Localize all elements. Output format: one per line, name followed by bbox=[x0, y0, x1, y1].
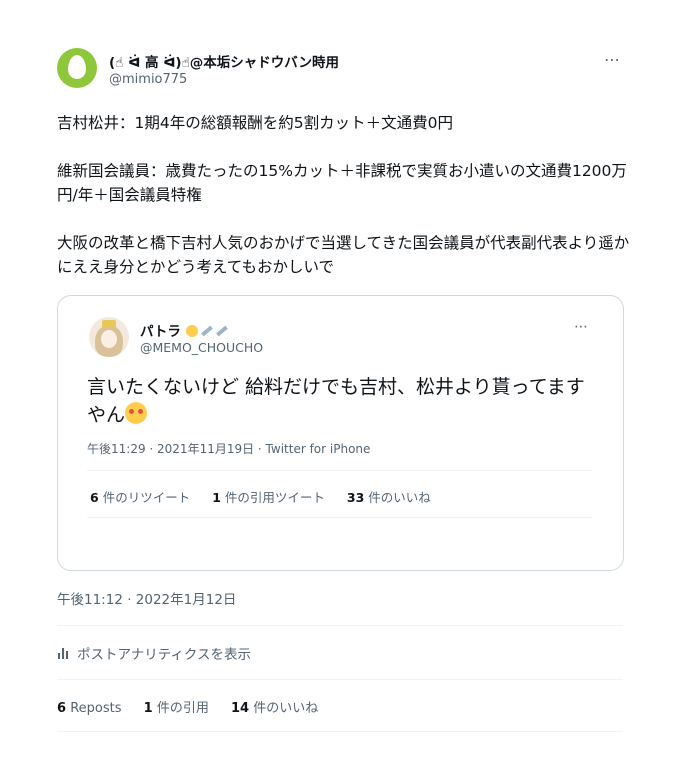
quoted-author-name-row[interactable]: パトラ bbox=[140, 320, 228, 340]
quoted-quotes-stat[interactable]: 1 件の引用ツイート bbox=[212, 490, 325, 505]
divider-1 bbox=[57, 625, 623, 626]
analytics-label: ポストアナリティクスを表示 bbox=[77, 647, 252, 663]
starstruck-emoji-icon bbox=[125, 402, 148, 424]
quoted-tweet-text-block: 言いたくないけど 給料だけでも吉村、松井より貰ってますやん bbox=[87, 373, 599, 429]
quoted-stats-row: 6 件のリツイート 1 件の引用ツイート 33 件のいいね bbox=[90, 487, 449, 506]
quoted-author-name: パトラ bbox=[140, 324, 181, 340]
mask-face-emoji-icon bbox=[185, 325, 198, 337]
egg-avatar-icon bbox=[68, 55, 86, 79]
divider-2 bbox=[57, 679, 623, 680]
quoted-more-options-icon[interactable]: ⋯ bbox=[574, 319, 589, 335]
quoted-tweet-text: 言いたくないけど 給料だけでも吉村、松井より貰ってますやん bbox=[87, 376, 585, 426]
reposts-stat[interactable]: 6 Reposts bbox=[57, 701, 121, 716]
quoted-divider-bottom bbox=[87, 517, 592, 518]
tweet-stats-row: 6 Reposts 1 件の引用 14 件のいいね bbox=[57, 697, 336, 716]
post-analytics-link[interactable]: ポストアナリティクスを表示 bbox=[57, 643, 251, 663]
syringe-emoji-icon bbox=[200, 325, 213, 337]
quoted-divider-top bbox=[87, 470, 592, 471]
divider-3 bbox=[57, 731, 623, 732]
tweet-timestamp[interactable]: 午後11:12 · 2022年1月12日 bbox=[57, 588, 236, 608]
tweet-text: 吉村松井：1期4年の総額報酬を約5割カット＋文通費0円 維新国会議員：歳費たった… bbox=[57, 114, 630, 276]
quoted-author-handle[interactable]: @MEMO_CHOUCHO bbox=[140, 340, 263, 355]
analytics-bar-chart-icon bbox=[58, 648, 68, 659]
author-display-name[interactable]: (☝ ᐛ 高 ᐛ)☝@本垢シャドウバン時用 bbox=[109, 51, 339, 71]
author-avatar[interactable] bbox=[57, 48, 97, 88]
quoted-tweet-meta[interactable]: 午後11:29 · 2021年11月19日 · Twitter for iPho… bbox=[87, 440, 370, 457]
author-handle[interactable]: @mimio775 bbox=[109, 72, 187, 87]
likes-stat[interactable]: 14 件のいいね bbox=[231, 701, 318, 716]
syringe-emoji-icon-2 bbox=[215, 325, 228, 337]
quoted-likes-stat[interactable]: 33 件のいいね bbox=[347, 490, 431, 505]
more-options-icon[interactable]: ⋯ bbox=[604, 50, 621, 69]
quoted-author-avatar[interactable] bbox=[89, 317, 129, 357]
quoted-retweets-stat[interactable]: 6 件のリツイート bbox=[90, 490, 190, 505]
quotes-stat[interactable]: 1 件の引用 bbox=[144, 701, 209, 716]
